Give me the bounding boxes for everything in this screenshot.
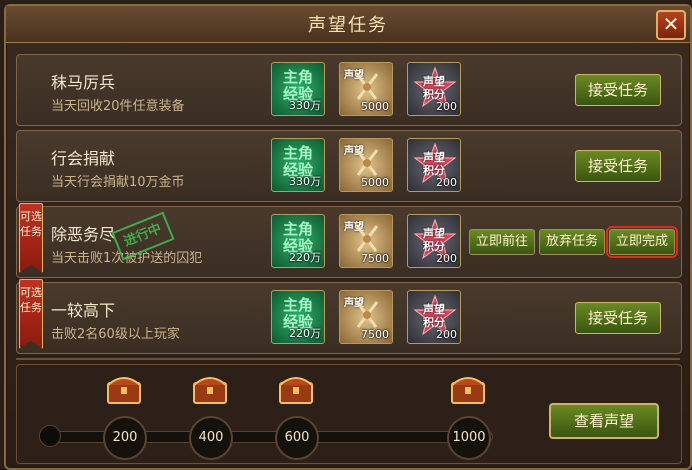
prestige-value: 5000	[361, 176, 389, 189]
treasure-chest-icon[interactable]	[449, 371, 487, 405]
prestige-value: 7500	[361, 328, 389, 341]
progress-start-knob	[39, 425, 61, 447]
prestige-value: 5000	[361, 100, 389, 113]
task-description: 击败2名60级以上玩家	[51, 327, 180, 342]
task-description: 当天行会捐献10万金币	[51, 175, 185, 190]
reward-exp: 主角 经验 220万	[271, 290, 325, 344]
treasure-chest-icon[interactable]	[105, 371, 143, 405]
score-value: 200	[436, 100, 457, 113]
score-value: 200	[436, 252, 457, 265]
task-name: 除恶务尽	[51, 225, 116, 244]
view-reputation-button[interactable]: 查看声望	[549, 403, 659, 439]
reputation-task-dialog: 声望任务 ✕ 秣马厉兵 当天回收20件任意装备 主角 经验 330万 声望 500…	[4, 4, 692, 470]
section-divider	[16, 358, 680, 360]
reward-prestige: 声望 7500	[339, 214, 393, 268]
milestone-600: 600	[275, 416, 319, 460]
treasure-chest-icon[interactable]	[191, 371, 229, 405]
complete-now-button[interactable]: 立即完成	[606, 226, 678, 258]
optional-task-ribbon: 可选 任务	[19, 279, 43, 349]
reward-score: 声望 积分 200	[407, 62, 461, 116]
reward-exp: 主角 经验 330万	[271, 62, 325, 116]
optional-task-ribbon: 可选 任务	[19, 203, 43, 273]
accept-task-button[interactable]: 接受任务	[575, 150, 661, 182]
reward-prestige: 声望 5000	[339, 62, 393, 116]
task-row-3: 可选 任务 除恶务尽 当天击败1次被护送的囚犯 进行中 主角 经验 220万 声望 …	[16, 203, 682, 278]
task-name: 行会捐献	[51, 149, 116, 168]
task-name: 一较高下	[51, 301, 116, 320]
go-now-button[interactable]: 立即前往	[469, 229, 535, 255]
task-description: 当天回收20件任意装备	[51, 99, 185, 114]
close-icon: ✕	[662, 12, 680, 36]
reward-score: 声望 积分 200	[407, 138, 461, 192]
reward-prestige: 声望 7500	[339, 290, 393, 344]
score-value: 200	[436, 176, 457, 189]
reward-score: 声望 积分 200	[407, 214, 461, 268]
exp-value: 330万	[289, 99, 321, 112]
reward-prestige: 声望 5000	[339, 138, 393, 192]
close-button[interactable]: ✕	[656, 10, 686, 40]
reward-score: 声望 积分 200	[407, 290, 461, 344]
exp-value: 220万	[289, 251, 321, 264]
reputation-progress-section: 200 400 600 1000 查看声望	[16, 364, 682, 464]
treasure-chest-icon[interactable]	[277, 371, 315, 405]
task-row-2: 行会捐献 当天行会捐献10万金币 主角 经验 330万 声望 5000 声望 积分…	[16, 130, 682, 202]
milestone-1000: 1000	[447, 416, 491, 460]
accept-task-button[interactable]: 接受任务	[575, 74, 661, 106]
score-value: 200	[436, 328, 457, 341]
abandon-task-button[interactable]: 放弃任务	[539, 229, 605, 255]
task-row-1: 秣马厉兵 当天回收20件任意装备 主角 经验 330万 声望 5000 声望 积分…	[16, 54, 682, 126]
task-row-4: 可选 任务 一较高下 击败2名60级以上玩家 主角 经验 220万 声望 7500 …	[16, 279, 682, 354]
exp-value: 330万	[289, 175, 321, 188]
milestone-400: 400	[189, 416, 233, 460]
prestige-value: 7500	[361, 252, 389, 265]
dialog-title: 声望任务	[308, 15, 388, 36]
dialog-title-bar: 声望任务 ✕	[6, 6, 690, 43]
task-name: 秣马厉兵	[51, 73, 116, 92]
accept-task-button[interactable]: 接受任务	[575, 302, 661, 334]
exp-value: 220万	[289, 327, 321, 340]
reward-exp: 主角 经验 220万	[271, 214, 325, 268]
milestone-200: 200	[103, 416, 147, 460]
reward-exp: 主角 经验 330万	[271, 138, 325, 192]
